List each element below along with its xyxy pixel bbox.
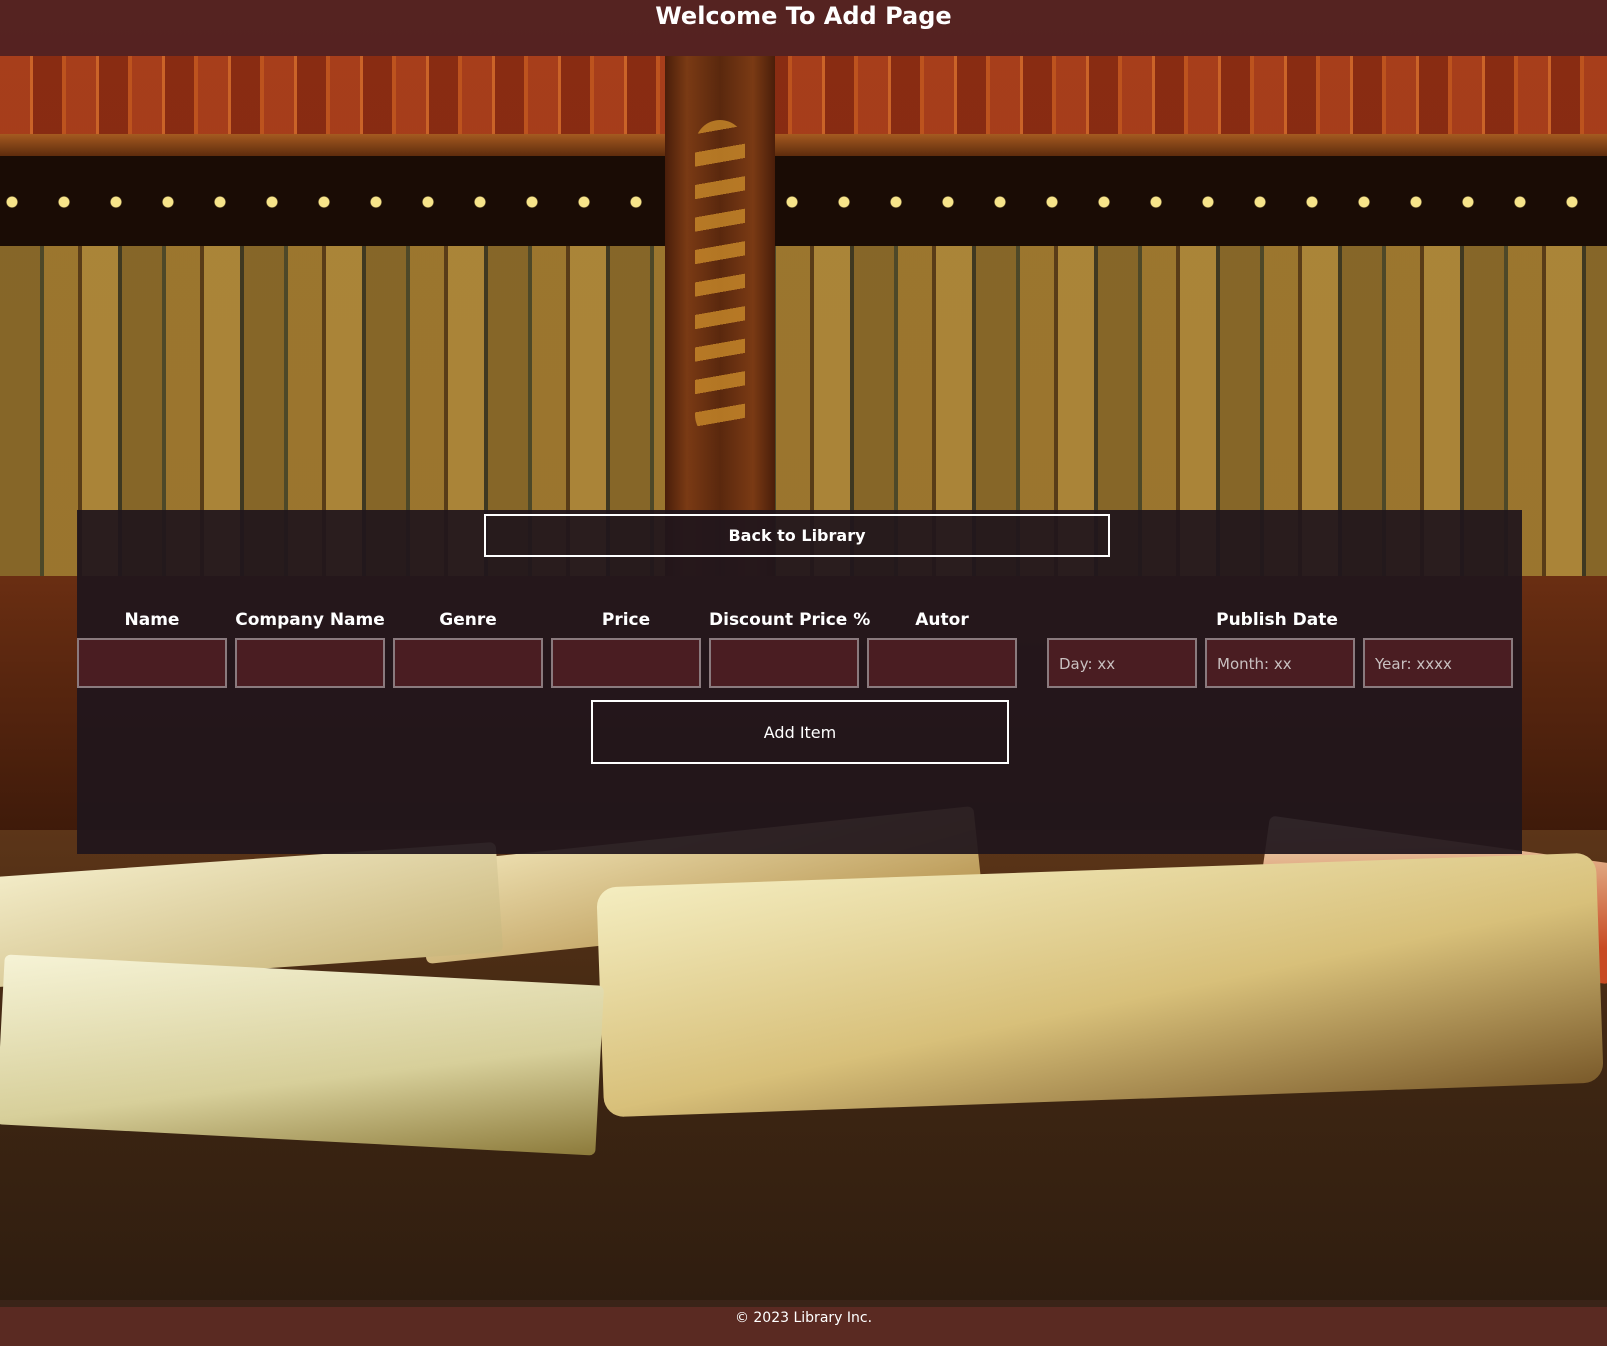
discount-price-input[interactable]: [709, 638, 859, 688]
autor-label: Autor: [915, 610, 969, 630]
month-input[interactable]: [1205, 638, 1355, 688]
name-label: Name: [124, 610, 180, 630]
name-input[interactable]: [77, 638, 227, 688]
add-item-form: Back to Library Name Company Name Genre …: [77, 510, 1522, 854]
add-item-button[interactable]: Add Item: [591, 700, 1009, 764]
back-to-library-button[interactable]: Back to Library: [484, 514, 1110, 557]
page-header: Welcome To Add Page: [0, 0, 1607, 56]
year-input[interactable]: [1363, 638, 1513, 688]
discount-price-label: Discount Price %: [709, 610, 871, 630]
day-input[interactable]: [1047, 638, 1197, 688]
page-title: Welcome To Add Page: [655, 2, 952, 30]
company-name-input[interactable]: [235, 638, 385, 688]
page-footer: © 2023 Library Inc.: [0, 1307, 1607, 1346]
publish-date-label: Publish Date: [1216, 610, 1338, 630]
genre-label: Genre: [439, 610, 497, 630]
copyright-text: © 2023 Library Inc.: [734, 1310, 873, 1326]
price-input[interactable]: [551, 638, 701, 688]
autor-input[interactable]: [867, 638, 1017, 688]
genre-input[interactable]: [393, 638, 543, 688]
price-label: Price: [601, 610, 651, 630]
company-name-label: Company Name: [235, 610, 385, 630]
